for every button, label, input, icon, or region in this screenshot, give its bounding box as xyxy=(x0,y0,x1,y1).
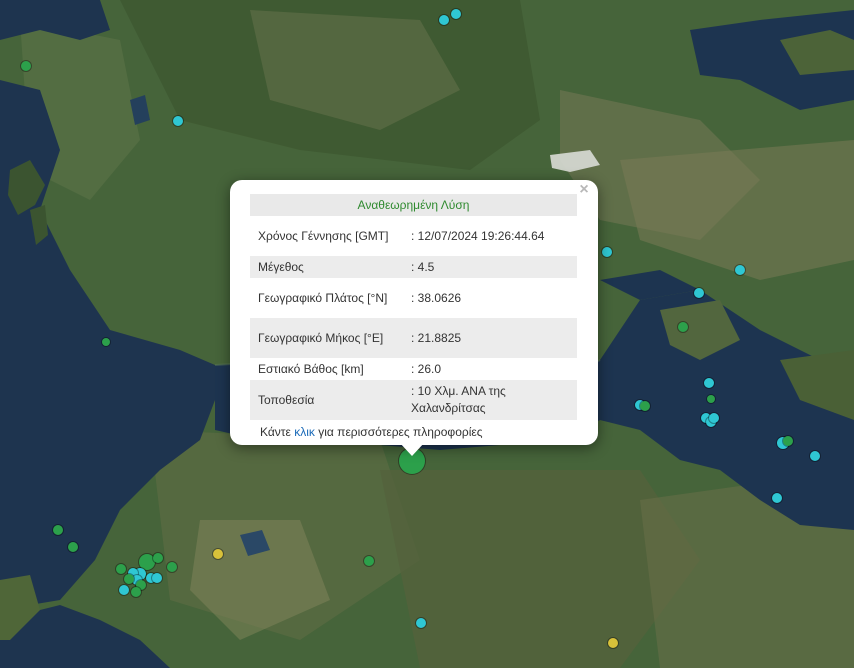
earthquake-marker[interactable] xyxy=(153,553,163,563)
earthquake-marker[interactable] xyxy=(678,322,688,332)
earthquake-marker[interactable] xyxy=(602,247,612,257)
earthquake-info-popup: × Αναθεωρημένη Λύση Χρόνος Γέννησης [GMT… xyxy=(230,180,598,456)
earthquake-info-table: Αναθεωρημένη Λύση Χρόνος Γέννησης [GMT] … xyxy=(250,194,577,420)
table-row-latitude: Γεωγραφικό Πλάτος [°N] : 38.0626 xyxy=(250,278,577,318)
earthquake-marker[interactable] xyxy=(451,9,461,19)
table-row-longitude: Γεωγραφικό Μήκος [°E] : 21.8825 xyxy=(250,318,577,358)
earthquake-marker[interactable] xyxy=(783,436,793,446)
more-info-prefix: Κάντε xyxy=(260,425,295,439)
popup-title-row: Αναθεωρημένη Λύση xyxy=(250,194,577,216)
earthquake-marker[interactable] xyxy=(124,574,134,584)
earthquake-marker[interactable] xyxy=(810,451,820,461)
popup-content: Αναθεωρημένη Λύση Χρόνος Γέννησης [GMT] … xyxy=(250,194,577,439)
earthquake-marker[interactable] xyxy=(131,587,141,597)
earthquake-marker[interactable] xyxy=(152,573,162,583)
earthquake-marker[interactable] xyxy=(102,338,110,346)
row-value: : 21.8825 xyxy=(403,318,577,358)
earthquake-marker[interactable] xyxy=(116,564,126,574)
table-row-origin-time: Χρόνος Γέννησης [GMT] : 12/07/2024 19:26… xyxy=(250,216,577,256)
row-value: : 10 Χλμ. ΑΝΑ της Χαλανδρίτσας xyxy=(403,380,577,420)
earthquake-marker[interactable] xyxy=(640,401,650,411)
earthquake-marker[interactable] xyxy=(772,493,782,503)
earthquake-marker[interactable] xyxy=(709,413,719,423)
earthquake-marker[interactable] xyxy=(364,556,374,566)
row-label: Χρόνος Γέννησης [GMT] xyxy=(258,228,389,243)
row-label: Τοποθεσία xyxy=(250,380,403,420)
row-label: Μέγεθος xyxy=(250,256,403,278)
more-info-link[interactable]: κλικ xyxy=(294,425,315,439)
table-row-location: Τοποθεσία : 10 Χλμ. ΑΝΑ της Χαλανδρίτσας xyxy=(250,380,577,420)
close-icon[interactable]: × xyxy=(576,182,592,198)
row-value: : 26.0 xyxy=(411,361,442,376)
earthquake-marker[interactable] xyxy=(735,265,745,275)
row-value: : 12/07/2024 19:26:44.64 xyxy=(411,228,545,243)
earthquake-marker[interactable] xyxy=(439,15,449,25)
earthquake-marker[interactable] xyxy=(694,288,704,298)
row-label: Γεωγραφικό Μήκος [°E] xyxy=(250,318,403,358)
earthquake-marker[interactable] xyxy=(119,585,129,595)
earthquake-marker[interactable] xyxy=(704,378,714,388)
earthquake-marker[interactable] xyxy=(416,618,426,628)
table-row-depth: Εστιακό Βάθος [km] : 26.0 xyxy=(250,358,577,380)
row-value: : 4.5 xyxy=(403,256,577,278)
earthquake-marker[interactable] xyxy=(167,562,177,572)
row-label: Γεωγραφικό Πλάτος [°N] xyxy=(258,290,388,305)
earthquake-marker[interactable] xyxy=(608,638,618,648)
row-label: Εστιακό Βάθος [km] xyxy=(258,361,364,376)
earthquake-marker[interactable] xyxy=(21,61,31,71)
earthquake-marker[interactable] xyxy=(173,116,183,126)
earthquake-marker[interactable] xyxy=(707,395,715,403)
table-row-magnitude: Μέγεθος : 4.5 xyxy=(250,256,577,278)
popup-tip xyxy=(399,442,425,456)
earthquake-marker[interactable] xyxy=(53,525,63,535)
more-info-suffix: για περισσότερες πληροφορίες xyxy=(314,425,483,439)
earthquake-marker[interactable] xyxy=(213,549,223,559)
earthquake-marker[interactable] xyxy=(68,542,78,552)
popup-title: Αναθεωρημένη Λύση xyxy=(250,194,577,216)
more-info-line: Κάντε κλικ για περισσότερες πληροφορίες xyxy=(250,425,577,439)
row-value: : 38.0626 xyxy=(411,290,462,305)
